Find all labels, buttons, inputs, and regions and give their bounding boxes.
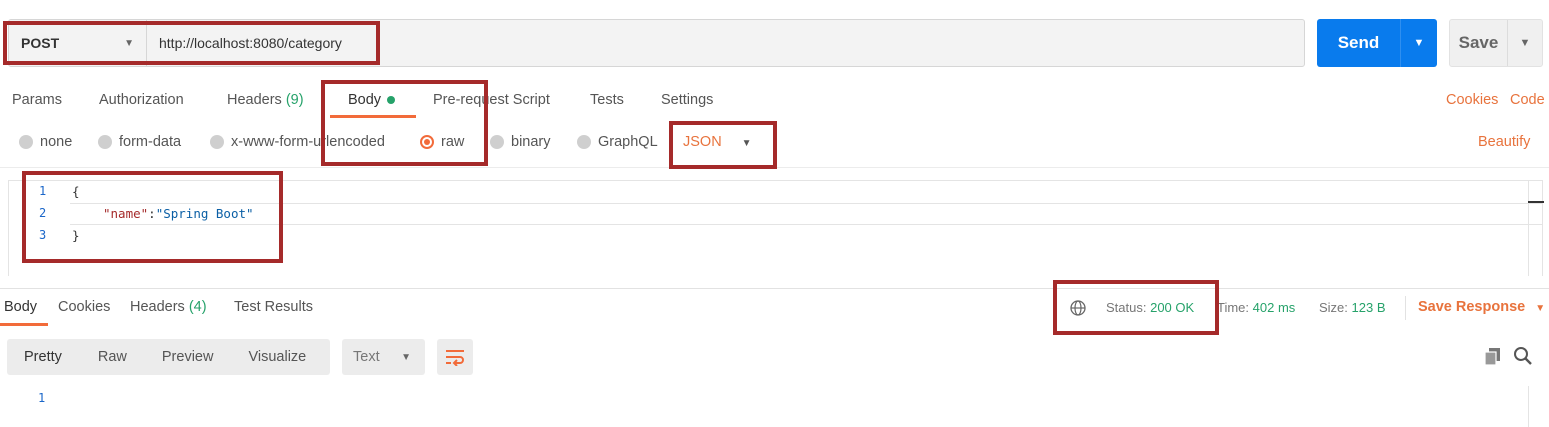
response-format-select[interactable]: Text ▼ bbox=[342, 339, 425, 375]
code-line: { bbox=[72, 184, 80, 199]
wrap-lines-icon bbox=[446, 350, 464, 366]
time-value: 402 ms bbox=[1252, 300, 1296, 315]
globe-icon[interactable] bbox=[1069, 299, 1087, 317]
size-readout: Size: 123 B bbox=[1319, 300, 1386, 315]
send-dropdown-icon[interactable]: ▼ bbox=[1401, 19, 1437, 67]
wrap-lines-button[interactable] bbox=[437, 339, 473, 375]
radio-binary[interactable]: binary bbox=[490, 134, 551, 150]
radio-circle bbox=[19, 135, 33, 149]
request-url-bar: POST ▼ http://localhost:8080/category bbox=[8, 19, 1305, 67]
response-format-label: Text bbox=[353, 349, 380, 365]
chevron-down-icon: ▼ bbox=[401, 351, 411, 363]
body-format-label: JSON bbox=[683, 134, 722, 150]
radio-raw-label: raw bbox=[441, 134, 465, 150]
response-tab-headers-label: Headers bbox=[130, 299, 185, 315]
chevron-down-icon: ▼ bbox=[124, 37, 134, 49]
size-label: Size: bbox=[1319, 300, 1348, 315]
tab-tests[interactable]: Tests bbox=[590, 92, 624, 108]
save-response-label: Save Response bbox=[1418, 299, 1526, 315]
body-editor[interactable] bbox=[8, 180, 1543, 276]
radio-circle bbox=[490, 135, 504, 149]
radio-graphql[interactable]: GraphQL bbox=[577, 134, 658, 150]
radio-circle bbox=[210, 135, 224, 149]
radio-raw[interactable]: raw bbox=[420, 134, 464, 150]
view-preview-button[interactable]: Preview bbox=[162, 349, 214, 365]
radio-urlencoded[interactable]: x-www-form-urlencoded bbox=[210, 134, 385, 150]
body-modified-dot bbox=[387, 96, 396, 105]
tab-body-label: Body bbox=[348, 92, 382, 108]
response-tab-body[interactable]: Body bbox=[4, 299, 37, 315]
radio-form-data[interactable]: form-data bbox=[98, 134, 181, 150]
tab-prerequest-script[interactable]: Pre-request Script bbox=[433, 92, 550, 108]
editor-active-line bbox=[70, 203, 1543, 225]
editor-scroll-marker bbox=[1528, 201, 1544, 203]
status-label: Status: bbox=[1106, 300, 1147, 315]
divider bbox=[0, 167, 1549, 168]
json-value: "Spring Boot" bbox=[155, 206, 254, 221]
code-line: } bbox=[72, 228, 80, 243]
radio-none-label: none bbox=[40, 134, 73, 150]
status-value: 200 OK bbox=[1150, 300, 1195, 315]
save-response-button[interactable]: Save Response ▼ bbox=[1418, 299, 1545, 315]
body-format-select[interactable]: JSON ▼ bbox=[683, 134, 752, 150]
tab-params[interactable]: Params bbox=[12, 92, 62, 108]
line-number: 3 bbox=[39, 228, 47, 242]
tab-authorization[interactable]: Authorization bbox=[99, 92, 184, 108]
time-label: Time: bbox=[1217, 300, 1250, 315]
radio-form-data-label: form-data bbox=[119, 134, 182, 150]
radio-graphql-label: GraphQL bbox=[598, 134, 658, 150]
view-raw-button[interactable]: Raw bbox=[98, 349, 127, 365]
time-readout: Time: 402 ms bbox=[1217, 300, 1295, 315]
send-label[interactable]: Send bbox=[1317, 19, 1401, 67]
response-scrollbar[interactable] bbox=[1528, 386, 1529, 427]
code-link[interactable]: Code bbox=[1510, 92, 1545, 108]
save-button[interactable]: Save ▼ bbox=[1449, 19, 1543, 67]
save-label[interactable]: Save bbox=[1450, 20, 1508, 66]
chevron-down-icon: ▼ bbox=[1535, 303, 1546, 314]
headers-count: (9) bbox=[285, 92, 304, 108]
send-button[interactable]: Send ▼ bbox=[1317, 19, 1437, 67]
copy-icon[interactable] bbox=[1483, 346, 1503, 366]
response-divider bbox=[0, 288, 1549, 289]
response-tab-headers[interactable]: Headers (4) bbox=[130, 299, 207, 315]
radio-urlencoded-label: x-www-form-urlencoded bbox=[231, 134, 385, 150]
json-key: "name" bbox=[103, 206, 149, 221]
search-icon[interactable] bbox=[1513, 346, 1533, 366]
cookies-link[interactable]: Cookies bbox=[1446, 92, 1498, 108]
radio-circle-selected bbox=[420, 135, 434, 149]
line-number: 1 bbox=[39, 184, 47, 198]
code-line: "name":"Spring Boot" bbox=[103, 206, 254, 221]
radio-binary-label: binary bbox=[511, 134, 551, 150]
method-select[interactable]: POST ▼ bbox=[9, 20, 147, 66]
json-colon: : bbox=[148, 206, 156, 221]
url-input[interactable]: http://localhost:8080/category bbox=[147, 20, 342, 66]
tab-body[interactable]: Body bbox=[348, 92, 396, 108]
response-line-number: 1 bbox=[38, 391, 46, 405]
divider bbox=[1405, 296, 1406, 320]
active-tab-underline bbox=[330, 115, 416, 118]
size-value: 123 B bbox=[1351, 300, 1386, 315]
response-tab-test-results[interactable]: Test Results bbox=[234, 299, 313, 315]
response-active-tab-underline bbox=[0, 323, 48, 326]
chevron-down-icon: ▼ bbox=[741, 138, 752, 149]
tab-headers-label: Headers bbox=[227, 92, 282, 108]
method-label: POST bbox=[21, 35, 60, 51]
editor-scrollbar[interactable] bbox=[1528, 180, 1529, 276]
beautify-link[interactable]: Beautify bbox=[1478, 134, 1530, 150]
view-visualize-button[interactable]: Visualize bbox=[248, 349, 306, 365]
response-headers-count: (4) bbox=[188, 299, 207, 315]
response-tab-cookies[interactable]: Cookies bbox=[58, 299, 110, 315]
view-pretty-button[interactable]: Pretty bbox=[24, 349, 62, 365]
tab-headers[interactable]: Headers (9) bbox=[227, 92, 304, 108]
response-view-toggle: Pretty Raw Preview Visualize bbox=[7, 339, 330, 375]
tab-settings[interactable]: Settings bbox=[661, 92, 713, 108]
status-readout: Status: 200 OK bbox=[1106, 300, 1194, 315]
radio-none[interactable]: none bbox=[19, 134, 72, 150]
save-dropdown-icon[interactable]: ▼ bbox=[1508, 20, 1542, 66]
line-number: 2 bbox=[39, 206, 47, 220]
radio-circle bbox=[98, 135, 112, 149]
radio-circle bbox=[577, 135, 591, 149]
